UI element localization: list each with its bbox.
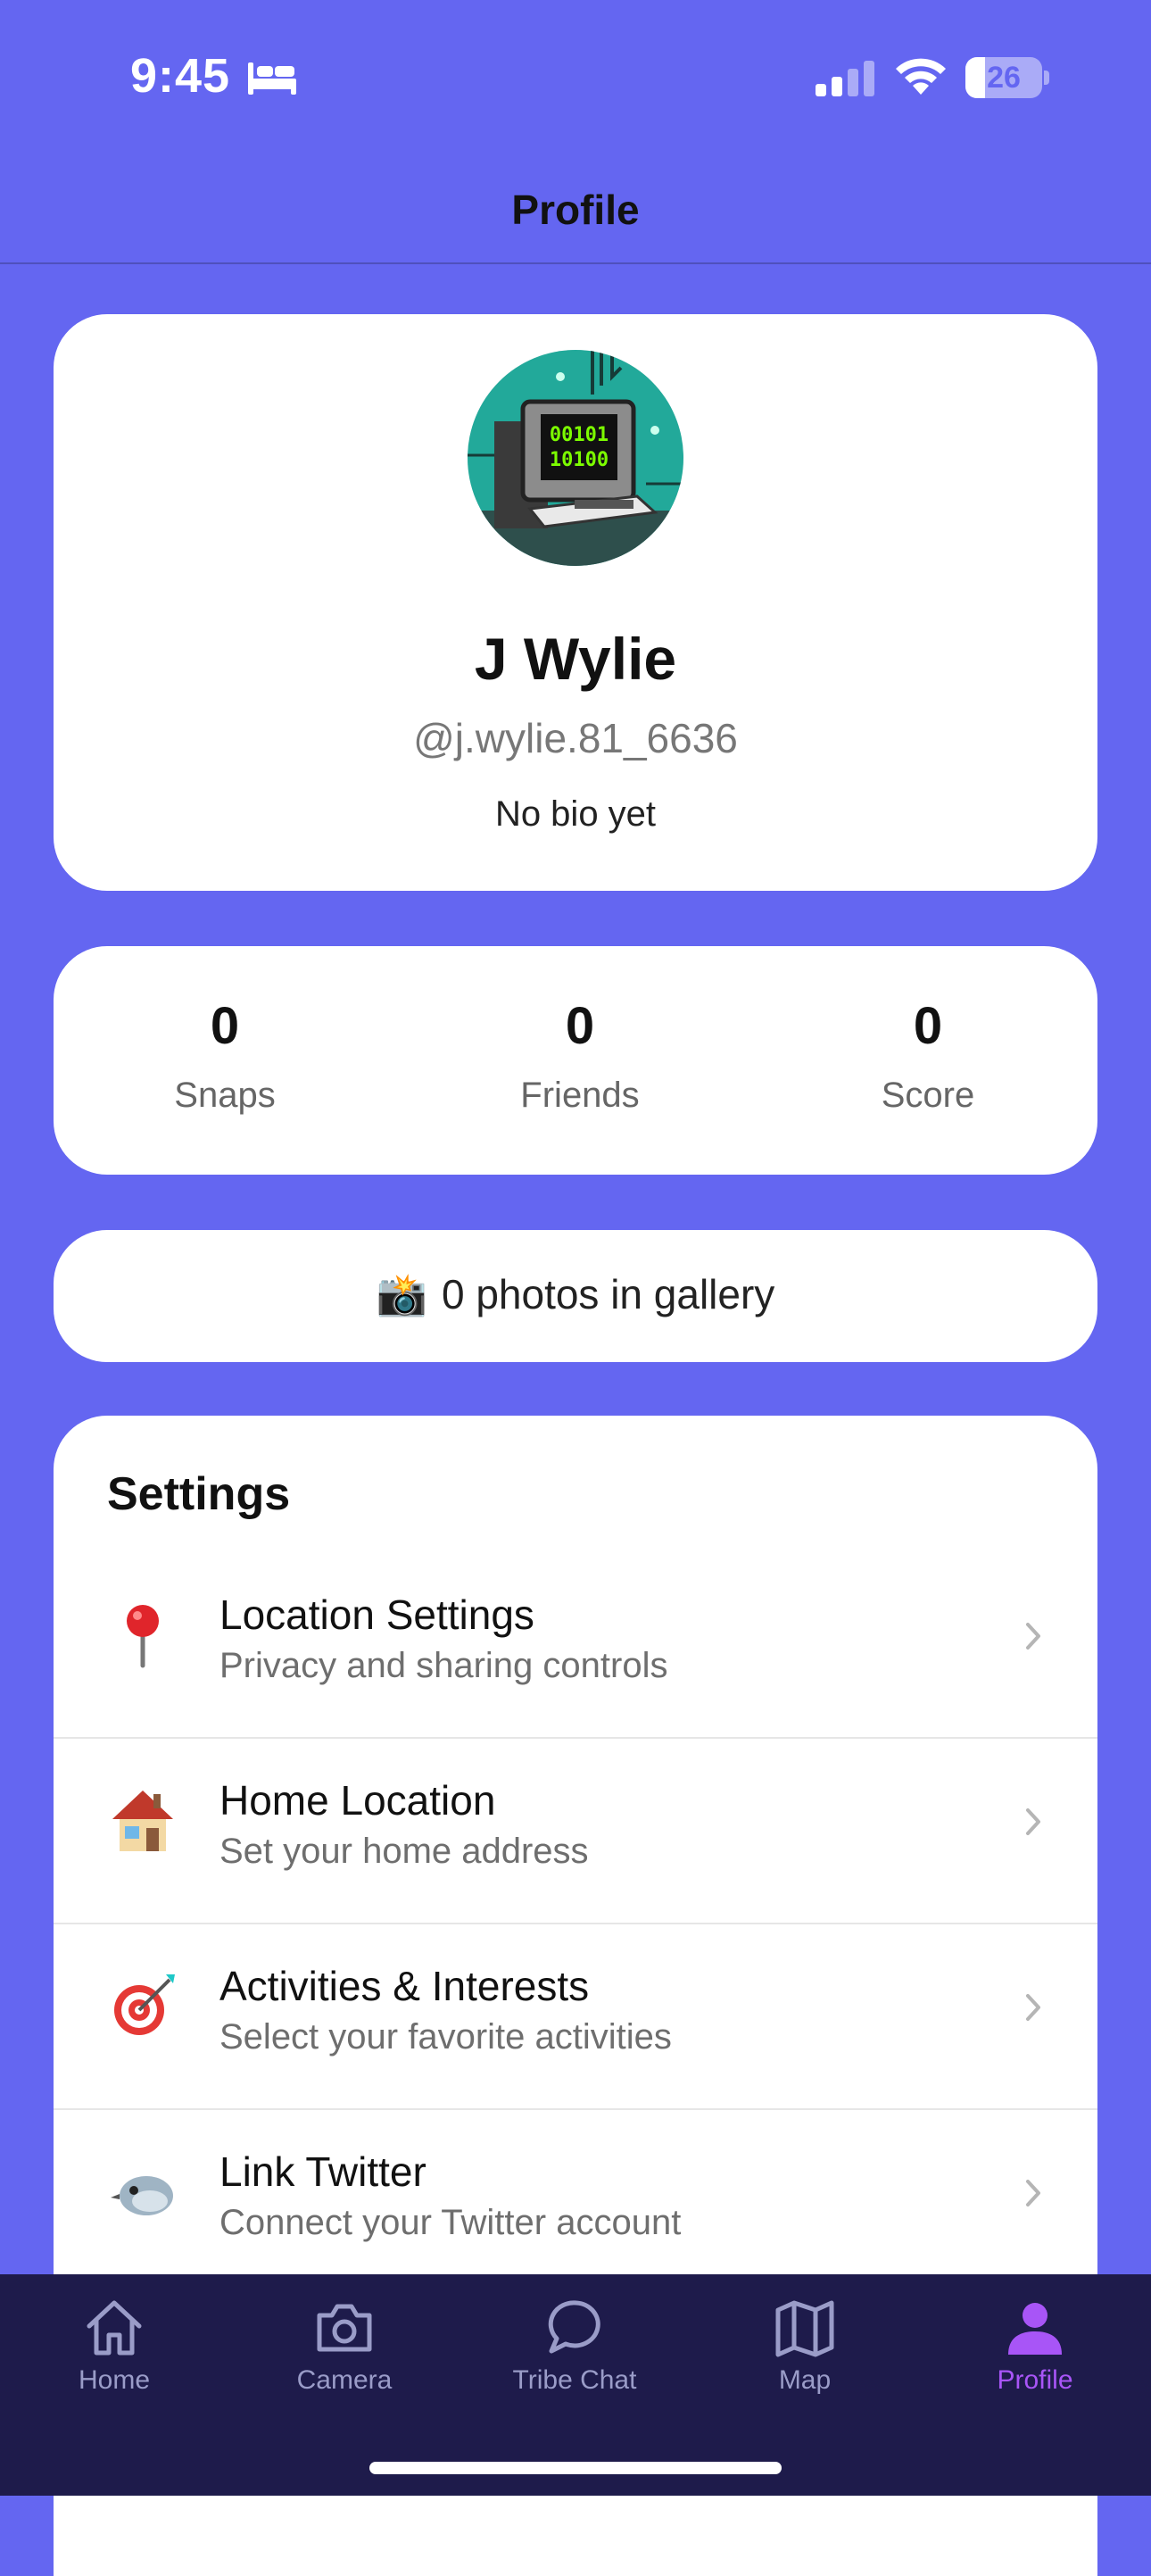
stat-score[interactable]: 0 Score (794, 996, 1062, 1116)
tab-label: Tribe Chat (512, 2365, 637, 2395)
nav-header: Profile (0, 152, 1151, 264)
person-icon (1008, 2303, 1062, 2355)
setting-subtitle: Set your home address (219, 1832, 589, 1871)
tab-tribe-chat[interactable]: Tribe Chat (468, 2296, 682, 2430)
house-icon (112, 1791, 173, 1851)
tab-home[interactable]: Home (7, 2296, 221, 2430)
setting-subtitle: Connect your Twitter account (219, 2203, 682, 2242)
home-indicator (369, 2462, 782, 2474)
stats-card: 0 Snaps 0 Friends 0 Score (54, 946, 1097, 1175)
gallery-button[interactable]: 📸 0 photos in gallery (54, 1230, 1097, 1362)
setting-title: Activities & Interests (219, 1963, 590, 2009)
stat-value: 0 (565, 997, 595, 1055)
camera-flash-icon: 📸 (376, 1271, 427, 1317)
battery-percent: 26 (987, 61, 1021, 95)
bird-icon (111, 2176, 173, 2215)
battery-indicator: 26 (965, 57, 1049, 98)
home-icon (87, 2300, 142, 2356)
tab-map[interactable]: Map (698, 2296, 912, 2430)
settings-item-activities-interests[interactable]: Activities & Interests Select your favor… (54, 1924, 1097, 2110)
stat-label: Friends (520, 1076, 640, 1115)
chevron-right-icon (1026, 2180, 1040, 2206)
map-icon (775, 2300, 834, 2357)
tab-camera[interactable]: Camera (237, 2296, 451, 2430)
chevron-right-icon (1026, 1623, 1040, 1649)
tab-label: Profile (997, 2365, 1073, 2395)
profile-card: 00101 10100 J Wylie @j.wylie.81_6636 No … (54, 314, 1097, 891)
cellular-signal-icon (816, 61, 874, 96)
chevron-right-icon (1026, 1808, 1040, 1835)
setting-subtitle: Privacy and sharing controls (219, 1646, 668, 1685)
camera-icon (317, 2304, 372, 2352)
avatar-screen-line-2: 10100 (550, 449, 609, 471)
bio-text: No bio yet (494, 794, 657, 834)
settings-item-link-twitter[interactable]: Link Twitter Connect your Twitter accoun… (54, 2110, 1097, 2296)
username: @j.wylie.81_6636 (413, 715, 738, 761)
wifi-icon (896, 58, 946, 95)
status-bar: 9:45 26 (0, 0, 1151, 152)
setting-title: Link Twitter (219, 2148, 426, 2195)
gallery-row: 📸 0 photos in gallery (54, 1270, 1097, 1319)
settings-item-home-location[interactable]: Home Location Set your home address (54, 1739, 1097, 1924)
chevron-right-icon (1026, 1994, 1040, 2021)
tab-label: Map (778, 2365, 832, 2395)
avatar[interactable]: 00101 10100 (468, 350, 683, 566)
stat-value: 0 (913, 997, 943, 1055)
settings-item-location-settings[interactable]: Location Settings Privacy and sharing co… (54, 1553, 1097, 1739)
settings-title: Settings (107, 1468, 291, 1520)
avatar-screen-line-1: 00101 (550, 424, 609, 446)
computer-terminal-avatar-icon: 00101 10100 (468, 350, 683, 566)
setting-title: Location Settings (219, 1591, 534, 1638)
stat-friends[interactable]: 0 Friends (446, 996, 714, 1116)
stat-label: Score (881, 1076, 975, 1115)
display-name: J Wylie (474, 626, 677, 692)
status-time: 9:45 (130, 49, 231, 103)
setting-subtitle: Select your favorite activities (219, 2017, 672, 2057)
stat-value: 0 (210, 997, 240, 1055)
tab-profile[interactable]: Profile (928, 2296, 1142, 2430)
chat-bubble-icon (548, 2300, 600, 2354)
sleep-focus-icon (248, 62, 296, 95)
stat-label: Snaps (174, 1076, 276, 1115)
gallery-count-text: 0 photos in gallery (441, 1271, 775, 1317)
round-pushpin-icon (127, 1605, 159, 1668)
page-title: Profile (511, 187, 640, 233)
bullseye-dart-icon (114, 1974, 175, 2035)
tab-label: Camera (296, 2365, 393, 2395)
tab-label: Home (78, 2365, 151, 2395)
setting-title: Home Location (219, 1777, 496, 1824)
stat-snaps[interactable]: 0 Snaps (91, 996, 359, 1116)
